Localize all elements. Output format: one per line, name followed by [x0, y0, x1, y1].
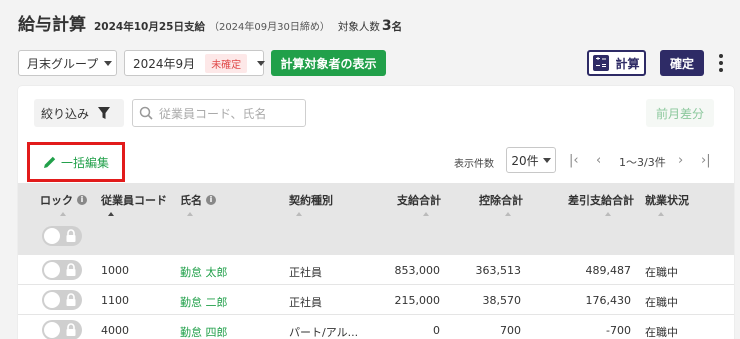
- lock-toggle[interactable]: [42, 290, 82, 310]
- period-select-value: 2024年9月: [133, 56, 196, 71]
- page-header: 給与計算 2024年10月25日支給 （2024年09月30日締め） 対象人数 …: [18, 10, 402, 35]
- table-row[interactable]: 1000 勤怠 太郎 正社員 853,000 363,513 489,487 在…: [18, 255, 734, 285]
- sort-icon[interactable]: [505, 212, 511, 216]
- lock-icon: [66, 293, 76, 306]
- employment-status: 在職中: [645, 296, 678, 309]
- col-deduction-total[interactable]: 控除合計: [479, 192, 523, 208]
- period-select[interactable]: 2024年9月 未確定: [124, 50, 266, 76]
- more-menu-icon[interactable]: [717, 54, 725, 72]
- col-net-total[interactable]: 差引支給合計: [568, 192, 634, 208]
- toolbar: 月末グループ 2024年9月 未確定 計算対象者の表示 計算 確定: [18, 50, 730, 76]
- contract-type: パート/アル...: [289, 326, 359, 339]
- bulk-edit-button[interactable]: 一括編集: [27, 142, 125, 182]
- col-contract-type[interactable]: 契約種別: [289, 192, 333, 208]
- employee-code: 1100: [101, 294, 129, 307]
- sort-icon[interactable]: [187, 212, 193, 216]
- col-employee-code[interactable]: 従業員コード: [101, 192, 167, 208]
- net-total: 489,487: [585, 264, 632, 277]
- lock-toggle[interactable]: [42, 260, 82, 280]
- prev-page-icon[interactable]: ‹: [596, 153, 601, 168]
- deduction-total: 700: [500, 324, 521, 337]
- sort-icon[interactable]: [108, 212, 114, 216]
- pencil-icon: [43, 156, 56, 168]
- employee-name-link[interactable]: 勤怠 二郎: [180, 294, 228, 310]
- pay-total: 0: [433, 324, 440, 337]
- filter-button-label: 絞り込み: [41, 106, 90, 121]
- sort-icon[interactable]: [423, 212, 429, 216]
- bulk-edit-label: 一括編集: [60, 155, 109, 170]
- lock-icon: [66, 323, 76, 336]
- close-date: （2024年09月30日締め）: [208, 22, 330, 33]
- calc-button-label: 計算: [615, 56, 640, 71]
- search-icon: [139, 106, 153, 120]
- target-count-unit: 名: [391, 21, 403, 33]
- lock-icon: [66, 229, 76, 242]
- pay-date: 2024年10月25日支給: [94, 21, 205, 33]
- col-name[interactable]: 氏名 i: [180, 192, 216, 208]
- employment-status: 在職中: [645, 266, 678, 279]
- prev-month-diff-button[interactable]: 前月差分: [646, 99, 714, 127]
- calculator-icon: [593, 55, 610, 71]
- chevron-down-icon: [542, 157, 551, 163]
- info-icon: i: [206, 195, 216, 205]
- search-placeholder: 従業員コード、氏名: [159, 106, 267, 121]
- per-page-label: 表示件数: [454, 159, 494, 170]
- employee-code: 4000: [101, 324, 129, 337]
- deduction-total: 363,513: [475, 264, 522, 277]
- per-page-select[interactable]: 20件: [506, 147, 556, 173]
- first-page-icon[interactable]: |‹: [569, 153, 579, 168]
- status-badge: 未確定: [205, 53, 248, 73]
- page-range: 1〜3/3件: [619, 156, 666, 169]
- table-row[interactable]: 4000 勤怠 四郎 パート/アル... 0 700 -700 在職中: [18, 315, 734, 339]
- filter-icon: [98, 107, 111, 119]
- target-count-label: 対象人数: [337, 21, 380, 33]
- deduction-total: 38,570: [482, 294, 522, 307]
- contract-type: 正社員: [289, 296, 322, 309]
- lock-all-toggle[interactable]: [42, 226, 82, 246]
- pay-total: 215,000: [394, 294, 441, 307]
- employee-name-link[interactable]: 勤怠 四郎: [180, 324, 228, 339]
- contract-type: 正社員: [289, 266, 322, 279]
- chevron-down-icon: [257, 60, 266, 66]
- confirm-button[interactable]: 確定: [660, 50, 704, 76]
- chevron-down-icon: [104, 60, 113, 66]
- sort-icon[interactable]: [658, 212, 664, 216]
- table-row[interactable]: 1100 勤怠 二郎 正社員 215,000 38,570 176,430 在職…: [18, 285, 734, 315]
- lock-icon: [66, 263, 76, 276]
- sort-icon[interactable]: [605, 212, 611, 216]
- filter-button[interactable]: 絞り込み: [34, 99, 124, 127]
- employment-status: 在職中: [645, 326, 678, 339]
- show-targets-button[interactable]: 計算対象者の表示: [271, 50, 386, 76]
- employee-name-link[interactable]: 勤怠 太郎: [180, 264, 228, 280]
- sort-icon[interactable]: [296, 212, 302, 216]
- group-select-value: 月末グループ: [27, 56, 99, 71]
- group-select[interactable]: 月末グループ: [18, 50, 117, 76]
- search-input[interactable]: 従業員コード、氏名: [132, 99, 306, 127]
- page-title: 給与計算: [18, 15, 86, 35]
- sort-icon[interactable]: [60, 212, 66, 216]
- calc-button[interactable]: 計算: [587, 50, 646, 76]
- net-total: 176,430: [585, 294, 632, 307]
- per-page-value: 20件: [511, 153, 539, 168]
- col-lock[interactable]: ロック i: [40, 192, 87, 208]
- last-page-icon[interactable]: ›|: [701, 153, 711, 168]
- info-icon: i: [77, 195, 87, 205]
- pay-total: 853,000: [394, 264, 441, 277]
- next-page-icon[interactable]: ›: [678, 153, 683, 168]
- target-count-value: 3: [381, 18, 392, 34]
- col-employment-status[interactable]: 就業状況: [645, 192, 689, 208]
- net-total: -700: [606, 324, 631, 337]
- payroll-card: 絞り込み 従業員コード、氏名 前月差分 一括編集 表示件数 20件 |‹ ‹ 1…: [18, 86, 734, 339]
- employee-code: 1000: [101, 264, 129, 277]
- lock-toggle[interactable]: [42, 320, 82, 339]
- table-header: ロック i 従業員コード 氏名 i 契約種別 支給合計 控除合計 差引支給合計 …: [18, 183, 734, 255]
- col-pay-total[interactable]: 支給合計: [397, 192, 441, 208]
